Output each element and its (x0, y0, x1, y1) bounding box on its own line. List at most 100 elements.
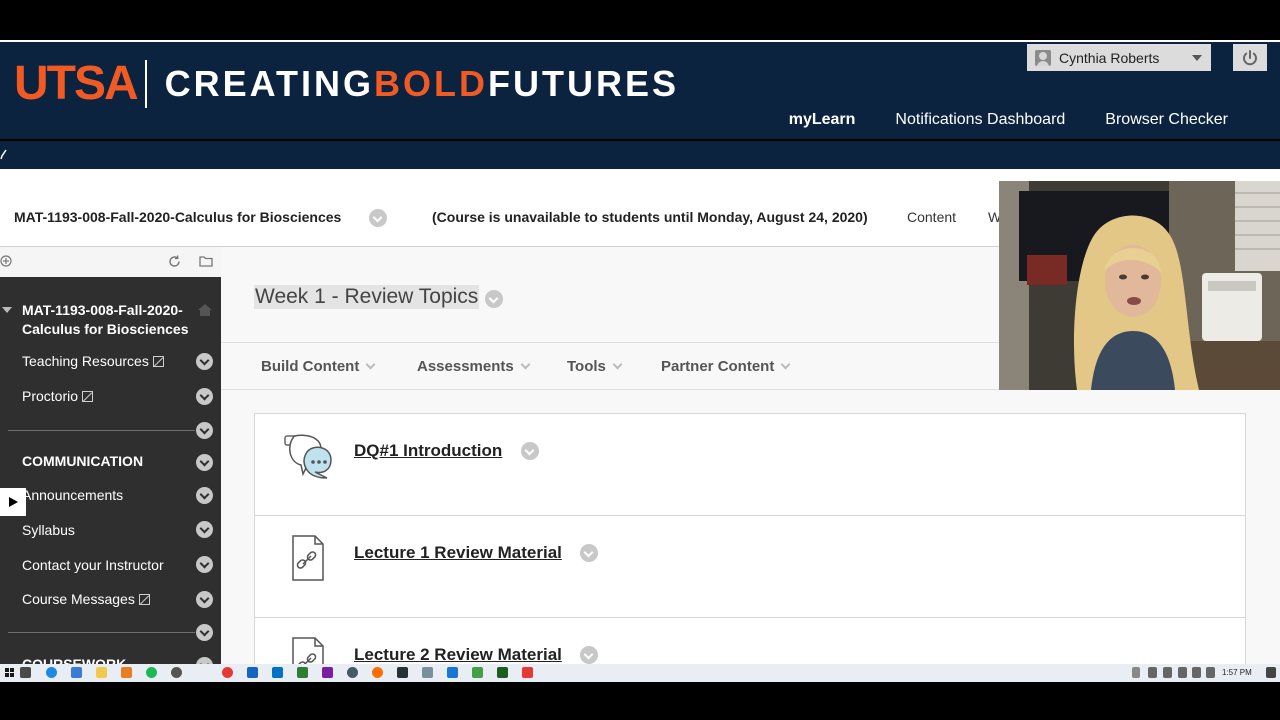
action-label: Assessments (417, 358, 514, 375)
app-icon[interactable] (422, 667, 433, 678)
volume-icon[interactable] (1178, 667, 1187, 678)
sidebar-item-options-icon[interactable] (196, 454, 213, 471)
page-title: Week 1 - Review Topics (254, 285, 480, 309)
sidebar-item-syllabus[interactable]: Syllabus (22, 522, 75, 538)
maps-icon[interactable] (347, 667, 358, 678)
collapse-triangle-icon[interactable] (2, 307, 12, 313)
sidebar-item-options-icon[interactable] (196, 556, 213, 573)
sidebar-item-options-icon[interactable] (196, 521, 213, 538)
sidebar-item-label: Contact your Instructor (22, 557, 164, 573)
store-icon[interactable] (71, 667, 82, 678)
nav-browser-checker[interactable]: Browser Checker (1105, 111, 1228, 129)
sidebar-item-teaching-resources[interactable]: Teaching Resources (22, 353, 164, 369)
sidebar-item-proctorio[interactable]: Proctorio (22, 388, 94, 404)
onenote-icon[interactable] (322, 667, 333, 678)
brand-tagline: CREATINGBOLDFUTURES (165, 66, 679, 102)
sidebar-heading-label: COMMUNICATION (22, 453, 144, 469)
app-icon[interactable] (121, 667, 132, 678)
content-item-title[interactable]: DQ#1 Introduction (354, 441, 502, 461)
app-icon[interactable] (171, 667, 182, 678)
content-item-lecture-2: Lecture 2 Review Material (255, 618, 1245, 664)
sidebar-item-label: Teaching Resources (22, 353, 149, 369)
divider-options-icon[interactable] (196, 624, 213, 641)
sidebar-course-name[interactable]: MAT-1193-008-Fall-2020-Calculus for Bios… (22, 301, 197, 339)
tab-content[interactable]: Content (907, 209, 956, 225)
content-item-options-icon[interactable] (580, 646, 598, 664)
logout-button[interactable] (1233, 44, 1267, 71)
sidebar-item-options-icon[interactable] (196, 591, 213, 608)
sidebar-item-options-icon[interactable] (196, 487, 213, 504)
nav-mylearn[interactable]: myLearn (789, 111, 856, 129)
windows-start-icon[interactable] (5, 668, 15, 678)
app-icon[interactable] (447, 667, 458, 678)
assessments-menu[interactable]: Assessments (417, 358, 531, 375)
system-tray-chevron-icon[interactable] (1132, 667, 1140, 678)
app-icon[interactable] (247, 667, 258, 678)
page-title-options-icon[interactable] (485, 290, 503, 308)
partner-content-menu[interactable]: Partner Content (661, 358, 791, 375)
nav-notifications-dashboard[interactable]: Notifications Dashboard (895, 111, 1065, 129)
logo-divider (144, 60, 147, 108)
file-explorer-icon[interactable] (96, 667, 107, 678)
tray-icon[interactable] (1163, 667, 1172, 678)
windows-taskbar: 1:57 PM (0, 664, 1280, 682)
external-link-icon (152, 355, 164, 367)
content-item-title[interactable]: Lecture 1 Review Material (354, 543, 562, 563)
tools-menu[interactable]: Tools (567, 358, 623, 375)
sidebar-toolbar (0, 247, 221, 277)
firefox-icon[interactable] (372, 667, 383, 678)
chevron-down-icon (612, 359, 623, 369)
tagline-futures: FUTURES (488, 63, 679, 104)
taskbar-clock[interactable]: 1:57 PM (1222, 668, 1252, 677)
screen: UTSA CREATINGBOLDFUTURES Cynthia Roberts… (0, 0, 1280, 720)
sidebar-item-label: Proctorio (22, 388, 79, 404)
sidebar-item-label: Course Messages (22, 591, 135, 607)
network-icon[interactable] (1192, 667, 1201, 678)
divider-options-icon[interactable] (196, 422, 213, 439)
sidebar-item-options-icon[interactable] (196, 388, 213, 405)
app-icon[interactable] (397, 667, 408, 678)
add-menu-item-icon[interactable] (0, 255, 12, 267)
tagline-creating: CREATING (164, 63, 374, 104)
app-icon[interactable] (297, 667, 308, 678)
sidebar-item-label: Announcements (22, 487, 124, 503)
avatar (1035, 49, 1051, 66)
excel-icon[interactable] (497, 667, 508, 678)
edge-browser-icon[interactable] (46, 667, 57, 678)
tray-icon[interactable] (1148, 667, 1157, 678)
sidebar-item-course-messages[interactable]: Course Messages (22, 591, 150, 607)
chevron-down-icon (780, 359, 791, 369)
course-menu-chevron-icon[interactable] (369, 209, 387, 227)
external-link-icon (82, 390, 94, 402)
link-file-icon (292, 637, 324, 664)
sidebar-item-options-icon[interactable] (196, 353, 213, 370)
content-item-options-icon[interactable] (580, 544, 598, 562)
content-item-lecture-1: Lecture 1 Review Material (255, 516, 1245, 618)
home-icon[interactable] (197, 303, 213, 317)
sidebar-item-contact-instructor[interactable]: Contact your Instructor (22, 557, 164, 573)
outlook-icon[interactable] (272, 667, 283, 678)
action-label: Partner Content (661, 358, 775, 375)
content-item-options-icon[interactable] (521, 442, 539, 460)
chrome-icon[interactable] (222, 667, 233, 678)
user-menu[interactable]: Cynthia Roberts (1027, 44, 1211, 71)
folder-icon[interactable] (199, 255, 213, 267)
sidebar-item-announcements[interactable]: Announcements (22, 487, 123, 503)
course-title[interactable]: MAT-1193-008-Fall-2020-Calculus for Bios… (14, 209, 341, 225)
link-file-icon (292, 535, 324, 581)
top-navigation: myLearn Notifications Dashboard Browser … (789, 111, 1228, 129)
notifications-icon[interactable] (1266, 667, 1276, 678)
refresh-icon[interactable] (167, 254, 182, 269)
content-item-title[interactable]: Lecture 2 Review Material (354, 645, 562, 664)
play-button[interactable] (0, 488, 26, 516)
pen-icon[interactable] (1206, 667, 1215, 678)
content-item-title-text: Lecture 1 Review Material (354, 543, 562, 562)
edit-pin-icon[interactable] (0, 149, 8, 161)
spotify-icon[interactable] (146, 667, 157, 678)
app-icon[interactable] (522, 667, 533, 678)
app-icon[interactable] (472, 667, 483, 678)
build-content-menu[interactable]: Build Content (261, 358, 376, 375)
external-link-icon (138, 593, 150, 605)
task-view-icon[interactable] (20, 667, 31, 678)
brand-logo[interactable]: UTSA CREATINGBOLDFUTURES (14, 58, 679, 110)
